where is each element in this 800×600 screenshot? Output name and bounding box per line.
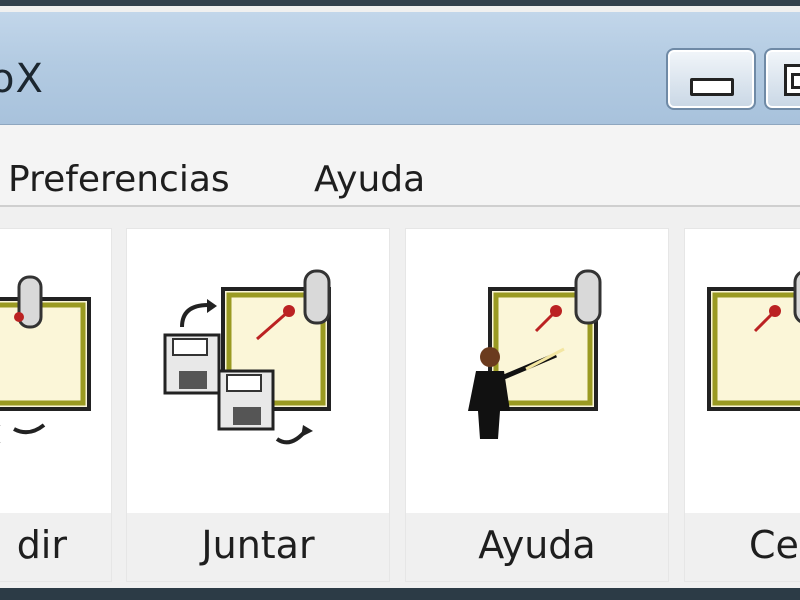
tile-juntar[interactable]: Juntar xyxy=(126,228,390,582)
minimize-icon xyxy=(690,78,734,96)
tile-cerrar[interactable]: Ce xyxy=(684,228,800,582)
menu-bar: Preferencias Ayuda xyxy=(0,125,800,207)
window-bottom-edge xyxy=(0,588,800,600)
window-title: oX xyxy=(0,56,44,102)
app-window: oX Preferencias Ayuda dir xyxy=(0,0,800,594)
title-bar[interactable]: oX xyxy=(0,12,800,125)
tile-label: Ayuda xyxy=(406,513,668,581)
merge-files-icon xyxy=(163,269,331,445)
split-files-icon xyxy=(0,275,91,444)
tile-ayuda[interactable]: Ayuda xyxy=(405,228,669,582)
tile-label: Juntar xyxy=(127,513,389,581)
tile-dividir[interactable]: dir xyxy=(0,228,112,582)
minimize-button[interactable] xyxy=(666,48,756,110)
action-tiles: dir Juntar Ayuda Ce xyxy=(0,218,800,594)
maximize-button[interactable] xyxy=(764,48,800,110)
close-board-icon xyxy=(707,271,800,411)
tile-label: dir xyxy=(0,513,111,581)
menu-preferencias[interactable]: Preferencias xyxy=(8,159,230,200)
maximize-icon xyxy=(784,64,800,96)
menu-ayuda[interactable]: Ayuda xyxy=(314,159,425,200)
presenter-help-icon xyxy=(468,269,602,439)
tile-label: Ce xyxy=(685,513,800,581)
